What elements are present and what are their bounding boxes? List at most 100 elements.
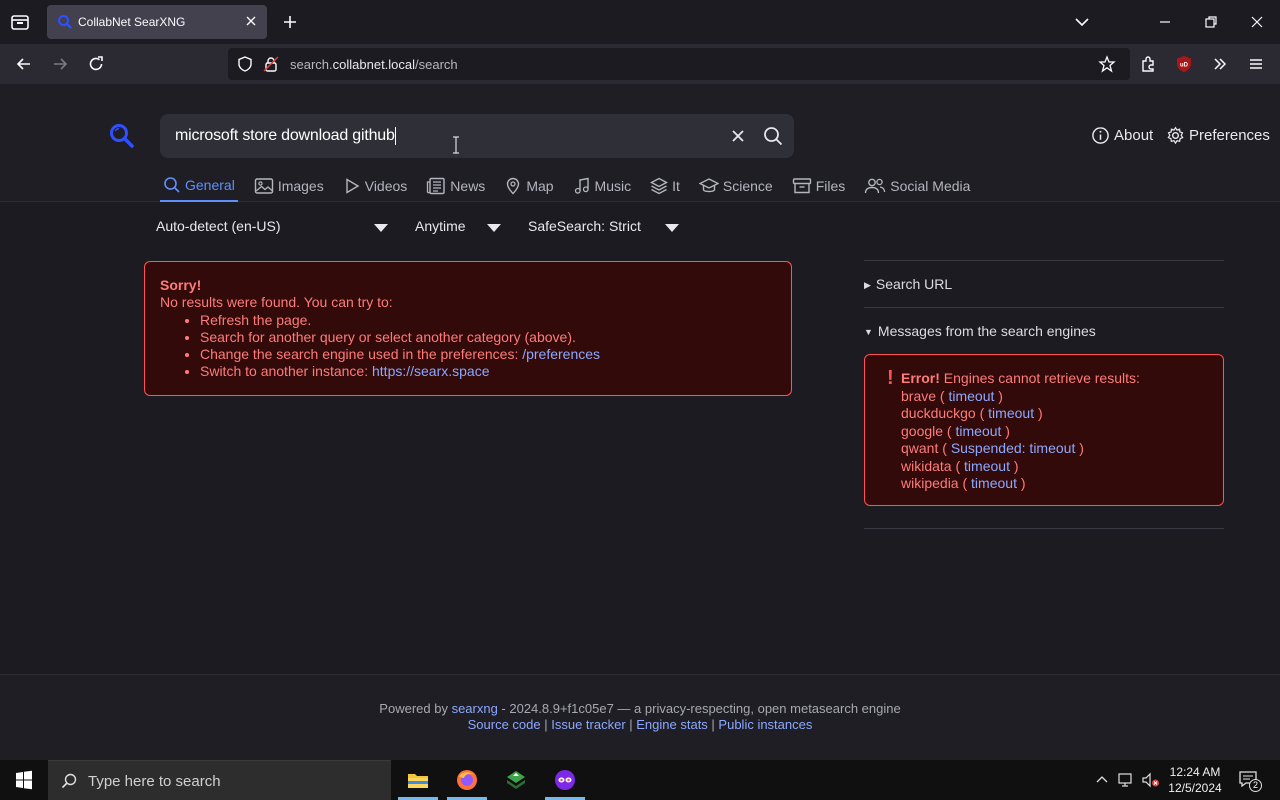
list-item: Search for another query or select anoth…: [200, 329, 776, 346]
engine-error-alert: ! Error! Engines cannot retrieve results…: [864, 354, 1224, 506]
new-tab-icon[interactable]: [280, 12, 300, 32]
searx-space-link[interactable]: https://searx.space: [372, 363, 490, 379]
tab-list-icon[interactable]: [8, 10, 32, 34]
minimize-icon[interactable]: [1155, 12, 1175, 32]
search-box: microsoft store download github: [160, 114, 794, 158]
close-tab-icon[interactable]: [243, 13, 259, 29]
language-dropdown-arrow-icon[interactable]: [374, 224, 388, 232]
search-input[interactable]: microsoft store download github: [175, 127, 396, 145]
windows-start-icon[interactable]: [0, 760, 48, 800]
reload-icon[interactable]: [86, 54, 106, 74]
notification-center[interactable]: 2: [1238, 770, 1262, 792]
firefox-app[interactable]: [443, 760, 491, 800]
no-results-text: No results were found. You can try to:: [160, 294, 393, 311]
app-green-icon-app[interactable]: [492, 760, 540, 800]
suggestions-list: Refresh the page. Search for another que…: [200, 312, 776, 381]
searxng-link[interactable]: searxng: [452, 701, 498, 716]
search-submit-icon[interactable]: [762, 125, 784, 147]
browser-nav-bar: search.collabnet.local/search uD: [0, 44, 1280, 84]
map-pin-icon: [507, 177, 520, 195]
tab-science[interactable]: Science: [696, 176, 776, 202]
category-tabs: General Images Videos News Map Music It …: [160, 176, 986, 202]
safesearch-dropdown-arrow-icon[interactable]: [665, 224, 679, 232]
lock-icon[interactable]: [262, 55, 280, 73]
tab-music[interactable]: Music: [570, 176, 635, 202]
taskbar-clock[interactable]: 12:24 AM 12/5/2024: [1162, 764, 1228, 796]
image-icon: [254, 178, 274, 194]
network-icon[interactable]: [1118, 772, 1136, 788]
language-select[interactable]: Auto-detect (en-US): [156, 218, 281, 234]
tab-social-media[interactable]: Social Media: [861, 176, 973, 202]
play-icon: [346, 178, 360, 194]
safesearch-select[interactable]: SafeSearch: Strict: [528, 218, 641, 234]
close-window-icon[interactable]: [1247, 12, 1267, 32]
engine-error-row: wikidata ( timeout ): [901, 457, 1019, 474]
ibeam-cursor-icon: [453, 136, 459, 154]
page-footer: Powered by searxng - 2024.8.9+f1c05e7 — …: [0, 674, 1280, 760]
restore-icon[interactable]: [1201, 12, 1221, 32]
chevron-up-icon[interactable]: [1095, 773, 1109, 787]
searxng-page: microsoft store download github About Pr…: [0, 84, 1280, 760]
hamburger-menu-icon[interactable]: [1246, 54, 1266, 74]
overflow-chevrons-icon[interactable]: [1210, 54, 1230, 74]
search-icon: [164, 177, 180, 193]
address-bar[interactable]: search.collabnet.local/search: [228, 48, 1130, 80]
stack-app-icon: [507, 771, 525, 789]
windows-taskbar: Type here to search 12:24 AM 12/5/2024 2: [0, 760, 1280, 800]
engine-error-row: qwant ( Suspended: timeout ): [901, 440, 1084, 456]
no-results-alert: Sorry! No results were found. You can tr…: [144, 261, 792, 396]
searxng-logo-icon[interactable]: [108, 122, 136, 150]
search-icon: [61, 773, 77, 789]
triangle-right-icon: ▶: [864, 280, 871, 290]
no-results-title: Sorry!: [160, 277, 202, 293]
layers-icon: [650, 177, 669, 195]
extensions-icon[interactable]: [1138, 54, 1158, 74]
shield-icon[interactable]: [236, 55, 254, 73]
tab-general[interactable]: General: [160, 176, 238, 202]
results-sidebar: ▶ Search URL ▼ Messages from the search en…: [864, 260, 1224, 529]
triangle-down-icon: ▼: [864, 327, 873, 337]
engine-error-row: brave ( timeout ): [901, 387, 1003, 404]
school-icon: [698, 178, 719, 193]
public-instances-link[interactable]: Public instances: [718, 717, 812, 732]
tab-map[interactable]: Map: [501, 176, 556, 202]
ublock-origin-icon[interactable]: uD: [1174, 54, 1194, 74]
newspaper-icon: [427, 177, 445, 195]
clear-icon[interactable]: [728, 126, 748, 146]
time-dropdown-arrow-icon[interactable]: [487, 224, 501, 232]
about-link[interactable]: About: [1091, 126, 1153, 145]
people-icon: [865, 178, 886, 194]
search-url-toggle[interactable]: ▶ Search URL: [864, 261, 1224, 307]
mask-app-icon: [555, 770, 575, 790]
gear-icon: [1167, 126, 1184, 145]
preferences-link[interactable]: Preferences: [1166, 126, 1270, 145]
exclamation-icon: !: [887, 367, 894, 389]
preferences-page-link[interactable]: /preferences: [522, 346, 600, 362]
folder-icon: [408, 774, 428, 788]
list-item: Switch to another instance: https://sear…: [200, 363, 776, 380]
app-mask-icon-app[interactable]: [541, 760, 589, 800]
time-range-select[interactable]: Anytime: [415, 218, 466, 234]
engine-messages-toggle[interactable]: ▼ Messages from the search engines: [864, 308, 1224, 354]
tab-news[interactable]: News: [423, 176, 488, 202]
volume-muted-icon[interactable]: [1142, 772, 1160, 788]
browser-tab[interactable]: CollabNet SearXNG: [47, 5, 267, 39]
source-code-link[interactable]: Source code: [468, 717, 541, 732]
tab-it[interactable]: It: [647, 176, 683, 202]
tab-images[interactable]: Images: [251, 176, 327, 202]
forward-icon[interactable]: [50, 54, 70, 74]
taskbar-search-box[interactable]: Type here to search: [48, 760, 391, 800]
list-all-tabs-icon[interactable]: [1072, 12, 1092, 32]
engine-stats-link[interactable]: Engine stats: [636, 717, 708, 732]
back-icon[interactable]: [14, 54, 34, 74]
file-explorer-app[interactable]: [394, 760, 442, 800]
url-text: search.collabnet.local/search: [290, 57, 458, 72]
bookmark-star-icon[interactable]: [1098, 55, 1116, 73]
text-caret: [394, 127, 396, 145]
tab-title: CollabNet SearXNG: [78, 15, 186, 29]
issue-tracker-link[interactable]: Issue tracker: [551, 717, 625, 732]
tab-files[interactable]: Files: [789, 176, 849, 202]
archive-icon: [792, 178, 811, 194]
tab-videos[interactable]: Videos: [340, 176, 411, 202]
music-note-icon: [574, 177, 589, 194]
